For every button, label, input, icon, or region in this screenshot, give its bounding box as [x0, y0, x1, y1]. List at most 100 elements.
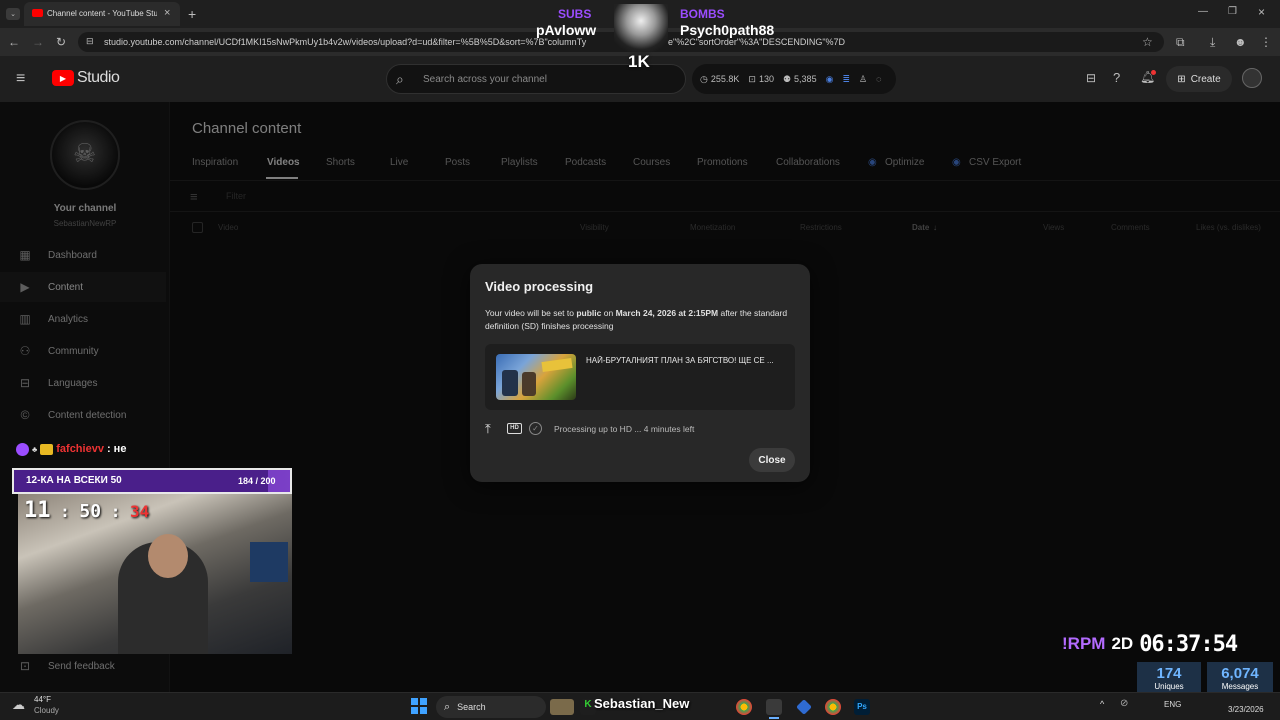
notification-dot [1151, 70, 1156, 75]
active-app-icon[interactable] [766, 699, 782, 715]
chat-username: fafchievv [56, 443, 104, 455]
processing-status: Processing up to HD ... 4 minutes left [554, 424, 695, 434]
message-part2: on [601, 308, 616, 318]
video-title: НАЙ-БРУТАЛНИЯТ ПЛАН ЗА БЯГСТВО! ЩЕ СЕ ..… [586, 356, 774, 365]
video-card[interactable]: НАЙ-БРУТАЛНИЯТ ПЛАН ЗА БЯГСТВО! ЩЕ СЕ ..… [485, 344, 795, 410]
browser-menu-icon[interactable]: ⋮ [1260, 35, 1272, 49]
rpm-clock-overlay: !RPM 2D 06:37:54 [1062, 630, 1238, 658]
youtube-logo-icon: ▶ [52, 70, 74, 86]
timer-separator: : [50, 502, 80, 521]
browser-tab[interactable]: Channel content - YouTube Stu × [24, 2, 180, 26]
upload-icon: ⤒ [485, 421, 491, 436]
close-window-icon[interactable]: × [1258, 5, 1265, 19]
messages-label: Messages [1221, 682, 1259, 691]
profile-icon[interactable]: ☻ [1234, 35, 1247, 49]
hamburger-menu-icon[interactable]: ≡ [16, 70, 25, 88]
dialog-message: Your video will be set to public on Marc… [485, 307, 797, 333]
feedback-icon[interactable]: ⊟ [1086, 71, 1096, 85]
thumbnail-badge [541, 357, 573, 373]
trophy-icon[interactable]: ♙ [859, 74, 867, 85]
goal-label: 12-КА НА ВСЕКИ 50 [26, 475, 122, 486]
widget-icon[interactable] [550, 699, 574, 715]
message-part1: Your video will be set to [485, 308, 577, 318]
subs-label: SUBS [558, 7, 592, 21]
stream-alert-overlay: SUBS pAvloww BOMBS Psych0path88 1K [530, 0, 790, 76]
search-placeholder: Search across your channel [423, 74, 547, 85]
chat-message: ♣ fafchievv : не [16, 441, 126, 457]
bomb-count: 1K [628, 52, 650, 71]
taskbar-date[interactable]: 3/23/2026 [1228, 705, 1264, 714]
extensions-icon[interactable]: ⧉ [1176, 35, 1185, 50]
list-icon[interactable]: ≣ [842, 74, 850, 85]
uniques-widget: 174 Uniques [1137, 662, 1201, 692]
chat-badge-icon [16, 442, 29, 456]
close-tab-icon[interactable]: × [164, 7, 170, 19]
background-monitor [250, 542, 288, 582]
network-icon[interactable]: ⊘ [1120, 698, 1128, 709]
chat-text: : не [106, 443, 127, 455]
chrome-profile-icon[interactable] [825, 699, 841, 715]
forward-icon[interactable]: → [32, 35, 44, 49]
chat-badge-icon: ♣ [32, 444, 38, 454]
create-plus-icon: ⊞ [1177, 73, 1186, 85]
create-label: Create [1190, 73, 1221, 85]
back-icon[interactable]: ← [8, 35, 20, 49]
bombs-label: BOMBS [680, 7, 725, 21]
download-icon[interactable]: ⤓ [1210, 35, 1215, 50]
taskbar-search[interactable]: ⌕ Search [436, 696, 546, 718]
thumbnail-figure [522, 372, 536, 396]
messages-widget: 6,074 Messages [1207, 662, 1273, 692]
chat-icon[interactable]: ◌ [876, 74, 881, 84]
taskbar-search-label: Search [457, 702, 486, 712]
tab-title: Channel content - YouTube Stu [47, 9, 157, 18]
goal-count: 184 / 200 [238, 476, 276, 486]
weather-temp[interactable]: 44°F [34, 695, 51, 704]
create-button[interactable]: ⊞ Create [1166, 66, 1232, 92]
message-date: March 24, 2026 at 2:15PM [615, 308, 719, 318]
photoshop-icon[interactable]: Ps [854, 699, 870, 715]
bookmark-star-icon[interactable]: ☆ [1142, 35, 1153, 49]
chat-badge-icon [40, 443, 54, 455]
timer-separator: : [101, 502, 130, 521]
studio-logo[interactable]: ▶ Studio [52, 69, 120, 87]
weather-cloud-icon[interactable]: ☁ [12, 697, 25, 713]
maximize-icon[interactable]: ❐ [1228, 6, 1237, 17]
stream-clock: 06:37:54 [1139, 631, 1238, 657]
new-tab-icon[interactable]: + [188, 6, 196, 22]
timer-minutes: 50 [79, 501, 102, 522]
timer-hours: 11 [24, 498, 51, 523]
extension-icon[interactable]: ◉ [826, 74, 834, 85]
sub-goal-bar: 12-КА НА ВСЕКИ 50 184 / 200 [12, 468, 292, 494]
close-button[interactable]: Close [749, 448, 795, 472]
minimize-icon[interactable]: — [1198, 6, 1208, 17]
dialog-title: Video processing [485, 279, 594, 294]
messages-value: 6,074 [1221, 665, 1259, 682]
search-icon: ⌕ [444, 700, 451, 713]
help-icon[interactable]: ? [1113, 70, 1120, 85]
app-icon[interactable] [796, 699, 812, 715]
weather-desc[interactable]: Cloudy [34, 706, 59, 715]
hd-icon: HD [507, 423, 522, 434]
message-visibility: public [576, 308, 602, 318]
reload-icon[interactable]: ↻ [56, 35, 66, 49]
search-icon: ⌕ [396, 71, 404, 87]
windows-start-icon[interactable] [411, 698, 427, 714]
subs-name: pAvloww [536, 22, 597, 38]
stat-subscribers: 5,385 [794, 74, 817, 84]
site-info-icon[interactable]: ⊟ [86, 36, 94, 47]
rpm-value: 2D [1111, 634, 1134, 653]
chrome-icon[interactable] [736, 699, 752, 715]
uniques-label: Uniques [1154, 682, 1184, 691]
streamer-head [148, 534, 188, 578]
language-indicator[interactable]: ENG [1164, 700, 1181, 709]
video-thumbnail[interactable] [496, 354, 576, 400]
uniques-value: 174 [1156, 665, 1182, 682]
url-text: studio.youtube.com/channel/UCDf1MKI15sNw… [104, 37, 587, 47]
active-app-indicator [769, 717, 779, 719]
account-avatar[interactable] [1242, 68, 1262, 88]
thumbnail-figure [502, 370, 518, 396]
webcam-feed: 11 : 50 : 34 [18, 494, 292, 654]
stream-timer: 11 : 50 : 34 [24, 498, 149, 523]
tab-list-icon[interactable]: ⌄ [6, 8, 20, 20]
tray-chevron-icon[interactable]: ^ [1100, 699, 1104, 709]
